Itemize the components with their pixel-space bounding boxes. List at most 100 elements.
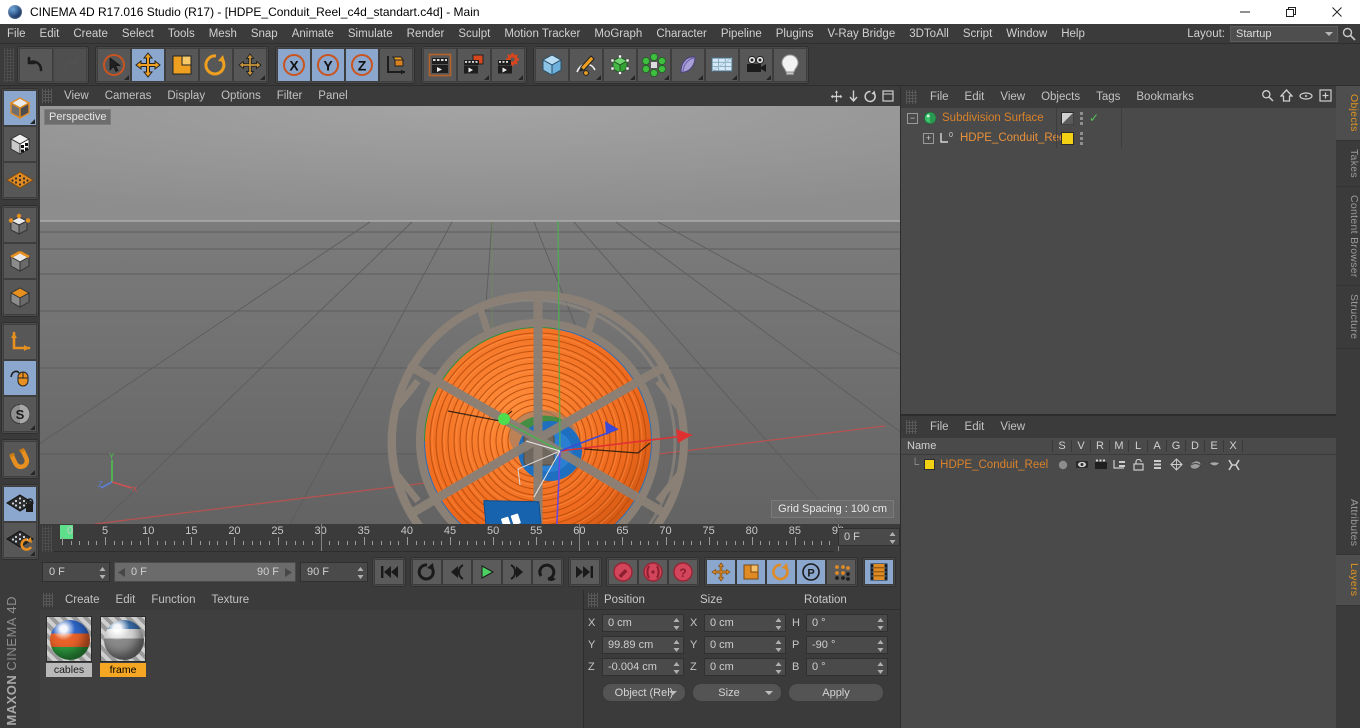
viewport-menu-cameras[interactable]: Cameras — [97, 86, 160, 106]
spinner-icon[interactable] — [357, 567, 364, 579]
tab-structure[interactable]: Structure — [1336, 286, 1360, 348]
gradient-tag-icon[interactable] — [1061, 112, 1074, 125]
object-menu-bookmarks[interactable]: Bookmarks — [1128, 86, 1202, 108]
material-menu-texture[interactable]: Texture — [203, 590, 257, 610]
rotate-view-icon[interactable] — [864, 90, 877, 103]
menu-snap[interactable]: Snap — [244, 24, 285, 44]
camera-icon[interactable] — [739, 48, 773, 82]
layer-manager-icon[interactable] — [1110, 459, 1129, 470]
material-item-frame[interactable]: frame — [100, 616, 146, 677]
position-z-field[interactable]: -0.004 cm — [602, 658, 684, 676]
object-menu-tags[interactable]: Tags — [1088, 86, 1128, 108]
viewport-menu-filter[interactable]: Filter — [269, 86, 311, 106]
position-y-field[interactable]: 99.89 cm — [602, 636, 684, 654]
menu-3dtoall[interactable]: 3DToAll — [902, 24, 956, 44]
minimize-button[interactable] — [1222, 0, 1268, 24]
play-icon[interactable] — [472, 559, 502, 585]
layer-solo-icon[interactable] — [1053, 459, 1072, 471]
tab-objects[interactable]: Objects — [1336, 86, 1360, 141]
layer-render-icon[interactable] — [1091, 459, 1110, 470]
viewport-menu-panel[interactable]: Panel — [310, 86, 355, 106]
menu-sculpt[interactable]: Sculpt — [451, 24, 497, 44]
point-mode-icon[interactable] — [3, 207, 37, 243]
y-axis-icon[interactable]: Y — [311, 48, 345, 82]
tab-content-browser[interactable]: Content Browser — [1336, 187, 1360, 287]
move-tool-icon[interactable] — [131, 48, 165, 82]
add-layer-icon[interactable] — [1319, 89, 1332, 102]
layer-animation-icon[interactable] — [1148, 459, 1167, 471]
spinner-icon[interactable] — [877, 618, 884, 630]
object-tree[interactable]: − Subdivision Surface ✓ — [901, 108, 1336, 414]
layer-generator-icon[interactable] — [1167, 458, 1186, 471]
close-button[interactable] — [1314, 0, 1360, 24]
workplane-lock-icon[interactable] — [3, 486, 37, 522]
size-x-field[interactable]: 0 cm — [704, 614, 786, 632]
spline-pen-icon[interactable] — [569, 48, 603, 82]
home-icon[interactable] — [1280, 89, 1293, 102]
menu-plugins[interactable]: Plugins — [769, 24, 821, 44]
menu-create[interactable]: Create — [66, 24, 115, 44]
search-icon[interactable] — [1261, 89, 1274, 102]
zoom-view-icon[interactable] — [848, 90, 859, 103]
position-x-field[interactable]: 0 cm — [602, 614, 684, 632]
timeline-window-icon[interactable] — [864, 559, 894, 585]
menu-vray-bridge[interactable]: V-Ray Bridge — [820, 24, 902, 44]
material-manager-grip[interactable] — [43, 593, 53, 607]
loop-icon[interactable] — [412, 559, 442, 585]
viewport-menu-display[interactable]: Display — [159, 86, 213, 106]
menu-tools[interactable]: Tools — [161, 24, 202, 44]
preview-range-bar[interactable]: 0 F 90 F — [114, 562, 296, 582]
tab-layers[interactable]: Layers — [1336, 555, 1360, 605]
yellow-swatch-icon[interactable] — [1061, 132, 1074, 145]
expand-toggle-icon[interactable]: + — [923, 133, 934, 144]
snap-magnet-icon[interactable] — [3, 441, 37, 477]
layer-lock-icon[interactable] — [1129, 459, 1148, 471]
deformer-icon[interactable] — [671, 48, 705, 82]
enable-axis-icon[interactable]: S — [3, 396, 37, 432]
spinner-icon[interactable] — [877, 662, 884, 674]
maximize-view-icon[interactable] — [882, 90, 894, 102]
menu-render[interactable]: Render — [400, 24, 452, 44]
layer-visible-icon[interactable] — [1072, 459, 1091, 470]
menu-window[interactable]: Window — [999, 24, 1054, 44]
points-mode-icon[interactable] — [3, 162, 37, 198]
spinner-icon[interactable] — [673, 640, 680, 652]
key-parameter-icon[interactable]: P — [796, 559, 826, 585]
z-axis-icon[interactable]: Z — [345, 48, 379, 82]
redo-icon[interactable] — [53, 48, 87, 82]
object-menu-objects[interactable]: Objects — [1033, 86, 1088, 108]
search-icon[interactable] — [1341, 26, 1357, 42]
autokeying-icon[interactable] — [638, 559, 668, 585]
material-menu-edit[interactable]: Edit — [108, 590, 144, 610]
scale-tool-icon[interactable] — [165, 48, 199, 82]
object-row-hdpe-conduit-reel[interactable]: + 0 HDPE_Conduit_Reel — [901, 128, 1336, 148]
spinner-icon[interactable] — [889, 532, 896, 544]
menu-animate[interactable]: Animate — [285, 24, 341, 44]
record-keyframe-icon[interactable] — [608, 559, 638, 585]
world-coordinates-icon[interactable] — [379, 48, 413, 82]
render-settings-icon[interactable] — [491, 48, 525, 82]
size-z-field[interactable]: 0 cm — [704, 658, 786, 676]
menu-motion-tracker[interactable]: Motion Tracker — [497, 24, 587, 44]
object-menu-view[interactable]: View — [992, 86, 1033, 108]
workplane-rotate-icon[interactable] — [3, 522, 37, 558]
current-frame-field[interactable]: 0 F — [838, 528, 900, 546]
menu-pipeline[interactable]: Pipeline — [714, 24, 769, 44]
environment-icon[interactable] — [705, 48, 739, 82]
keyframe-selection-icon[interactable]: ? — [668, 559, 698, 585]
viewport-grip[interactable] — [42, 89, 52, 103]
maximize-button[interactable] — [1268, 0, 1314, 24]
step-forward-icon[interactable] — [502, 559, 532, 585]
step-back-icon[interactable] — [442, 559, 472, 585]
x-axis-icon[interactable]: X — [277, 48, 311, 82]
menu-help[interactable]: Help — [1054, 24, 1092, 44]
menu-mesh[interactable]: Mesh — [202, 24, 244, 44]
spinner-icon[interactable] — [99, 567, 106, 579]
menu-edit[interactable]: Edit — [33, 24, 67, 44]
filter-icon[interactable] — [1299, 91, 1313, 101]
layer-menu-file[interactable]: File — [922, 416, 957, 438]
spinner-icon[interactable] — [775, 640, 782, 652]
light-icon[interactable] — [773, 48, 807, 82]
material-menu-function[interactable]: Function — [143, 590, 203, 610]
viewport-solo-icon[interactable] — [3, 360, 37, 396]
